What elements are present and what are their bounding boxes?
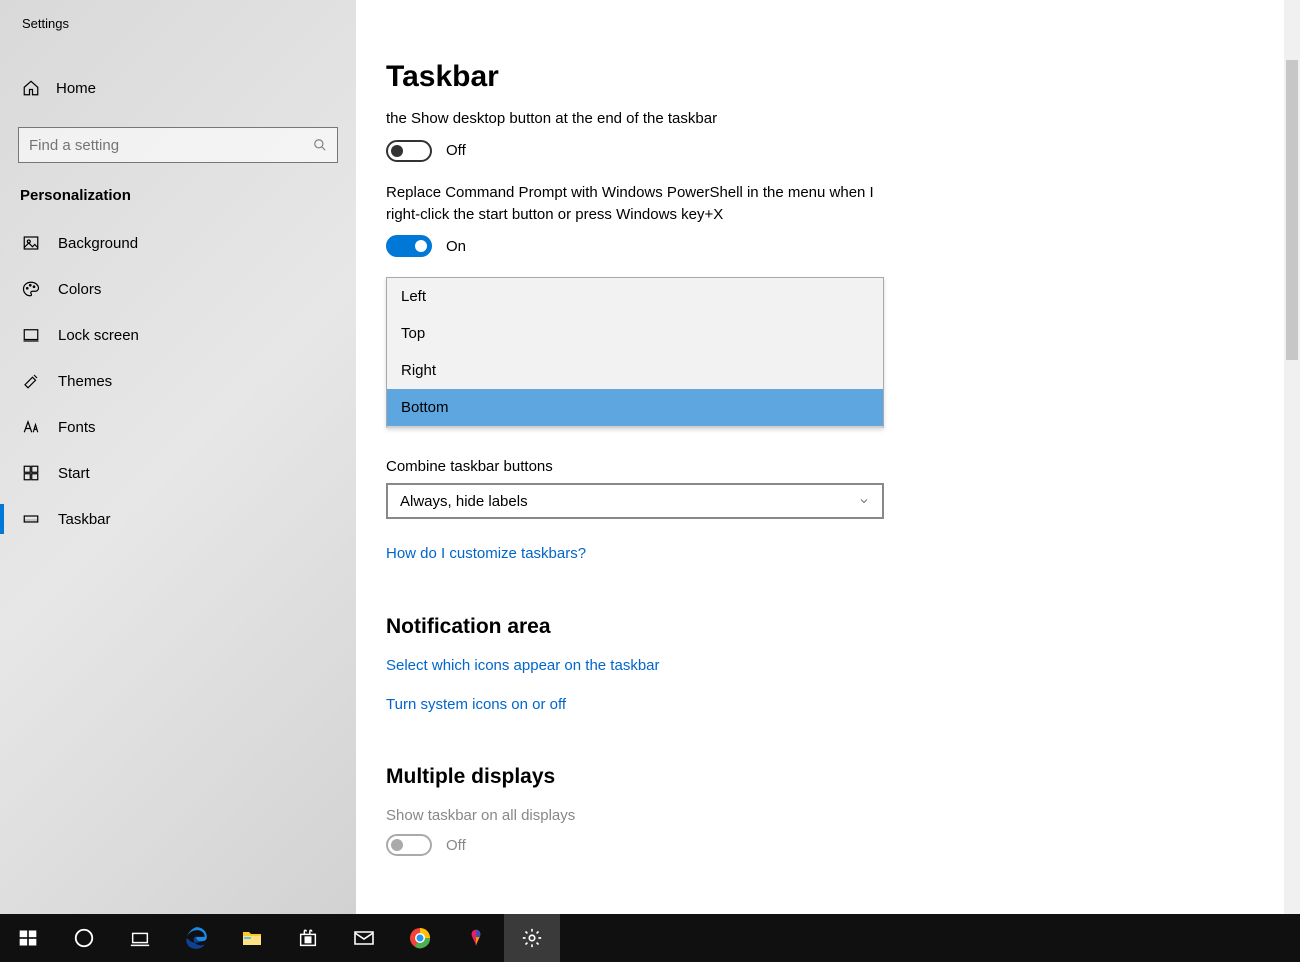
sidebar-item-background[interactable]: Background — [0, 220, 356, 266]
combine-dropdown[interactable]: Always, hide labels — [386, 483, 884, 519]
window-title: Settings — [0, 12, 356, 31]
dropdown-option-left[interactable]: Left — [387, 278, 883, 315]
nav-home[interactable]: Home — [0, 67, 356, 109]
page-title: Taskbar — [386, 60, 1300, 94]
search-input[interactable] — [29, 137, 313, 154]
multiple-displays-heading: Multiple displays — [386, 765, 1300, 789]
edge-icon — [183, 925, 209, 951]
combine-value: Always, hide labels — [400, 493, 528, 510]
scrollbar[interactable] — [1284, 0, 1300, 914]
image-icon — [22, 234, 40, 252]
dropdown-option-bottom[interactable]: Bottom — [387, 389, 883, 426]
toggle-show-desktop[interactable] — [386, 140, 432, 162]
sidebar-item-themes[interactable]: Themes — [0, 358, 356, 404]
folder-icon — [240, 926, 264, 950]
paint-icon — [465, 927, 487, 949]
taskbar-app-mail[interactable] — [336, 914, 392, 962]
setting-powershell: Replace Command Prompt with Windows Powe… — [386, 182, 906, 258]
multi-desc: Show taskbar on all displays — [386, 807, 1300, 824]
sidebar-item-colors[interactable]: Colors — [0, 266, 356, 312]
toggle-state-label: Off — [446, 142, 466, 159]
taskbar-icon — [22, 510, 40, 528]
setting-desc: the Show desktop button at the end of th… — [386, 108, 906, 130]
gear-icon — [521, 927, 543, 949]
taskbar-app-settings[interactable] — [504, 914, 560, 962]
sidebar-item-start[interactable]: Start — [0, 450, 356, 496]
combine-label: Combine taskbar buttons — [386, 458, 1300, 475]
taskview-icon — [129, 927, 151, 949]
circle-icon — [73, 927, 95, 949]
taskbar-app-chrome[interactable] — [392, 914, 448, 962]
toggle-powershell[interactable] — [386, 235, 432, 257]
cortana-button[interactable] — [56, 914, 112, 962]
sidebar-item-label: Taskbar — [58, 511, 111, 528]
search-box[interactable] — [18, 127, 338, 163]
taskbar-app-store[interactable] — [280, 914, 336, 962]
fonts-icon — [22, 418, 40, 436]
sidebar-item-lockscreen[interactable]: Lock screen — [0, 312, 356, 358]
start-button[interactable] — [0, 914, 56, 962]
store-icon — [297, 927, 319, 949]
taskbar-app-explorer[interactable] — [224, 914, 280, 962]
mail-icon — [352, 926, 376, 950]
themes-icon — [22, 372, 40, 390]
sidebar-item-label: Lock screen — [58, 327, 139, 344]
palette-icon — [22, 280, 40, 298]
start-icon — [22, 464, 40, 482]
settings-sidebar: Settings Home Personalization Background — [0, 0, 356, 914]
setting-desc: Replace Command Prompt with Windows Powe… — [386, 182, 906, 226]
link-select-icons[interactable]: Select which icons appear on the taskbar — [386, 657, 1300, 674]
search-icon — [313, 138, 327, 152]
setting-show-desktop: the Show desktop button at the end of th… — [386, 108, 906, 162]
help-link-customize[interactable]: How do I customize taskbars? — [386, 545, 586, 562]
toggle-state-label: Off — [446, 837, 466, 854]
toggle-multi-displays — [386, 834, 432, 856]
taskbar-app-edge[interactable] — [168, 914, 224, 962]
scrollbar-thumb[interactable] — [1286, 60, 1298, 360]
toggle-state-label: On — [446, 238, 466, 255]
windows-taskbar — [0, 914, 1300, 962]
nav-home-label: Home — [56, 80, 96, 97]
sidebar-item-label: Background — [58, 235, 138, 252]
dropdown-option-right[interactable]: Right — [387, 352, 883, 389]
sidebar-item-taskbar[interactable]: Taskbar — [0, 496, 356, 542]
chevron-down-icon — [858, 495, 870, 507]
chrome-icon — [408, 926, 432, 950]
settings-main: Taskbar the Show desktop button at the e… — [356, 0, 1300, 914]
sidebar-item-label: Start — [58, 465, 90, 482]
taskbar-app-paint3d[interactable] — [448, 914, 504, 962]
sidebar-item-label: Themes — [58, 373, 112, 390]
notification-area-heading: Notification area — [386, 615, 1300, 639]
sidebar-item-label: Fonts — [58, 419, 96, 436]
sidebar-nav: Background Colors Lock screen Themes Fon… — [0, 220, 356, 542]
dropdown-option-top[interactable]: Top — [387, 315, 883, 352]
windows-icon — [18, 928, 38, 948]
lockscreen-icon — [22, 326, 40, 344]
link-system-icons[interactable]: Turn system icons on or off — [386, 696, 1300, 713]
sidebar-item-label: Colors — [58, 281, 101, 298]
sidebar-section-label: Personalization — [0, 163, 356, 214]
task-view-button[interactable] — [112, 914, 168, 962]
taskbar-location-dropdown[interactable]: Left Top Right Bottom — [386, 277, 884, 428]
sidebar-item-fonts[interactable]: Fonts — [0, 404, 356, 450]
home-icon — [22, 79, 40, 97]
